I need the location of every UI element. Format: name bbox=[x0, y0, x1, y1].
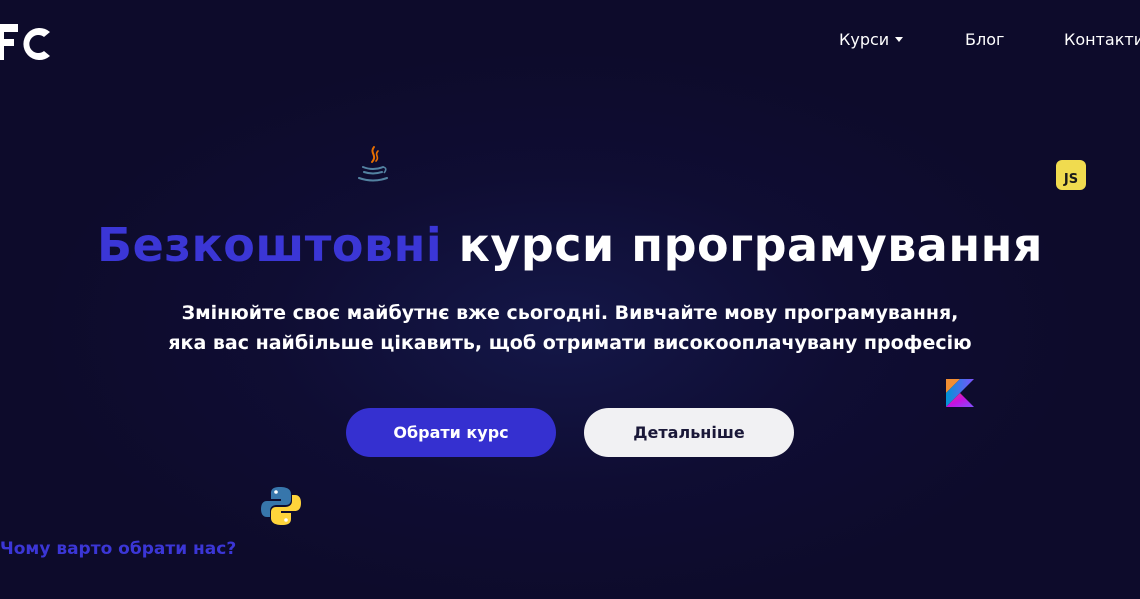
python-icon bbox=[261, 487, 301, 525]
hero-title: Безкоштовні курси програмування bbox=[0, 214, 1140, 276]
js-badge-text: JS bbox=[1063, 172, 1079, 187]
hero-subtitle: Змінюйте своє майбутнє вже сьогодні. Вив… bbox=[0, 298, 1140, 358]
nav-courses[interactable]: Курси bbox=[839, 30, 904, 52]
javascript-icon: JS bbox=[1056, 160, 1086, 190]
java-icon bbox=[358, 146, 388, 182]
kotlin-icon bbox=[946, 379, 974, 407]
nav-contacts[interactable]: Контакти bbox=[1064, 30, 1140, 52]
caret-down-icon bbox=[895, 37, 904, 42]
hero-subtitle-line-2: яка вас найбільше цікавить, щоб отримати… bbox=[168, 332, 972, 354]
details-button[interactable]: Детальніше bbox=[584, 408, 794, 457]
hero-title-accent: Безкоштовні bbox=[97, 218, 443, 272]
logo[interactable] bbox=[0, 20, 54, 68]
nav-courses-label: Курси bbox=[839, 30, 890, 49]
page: Курси Блог Контакти JS Безкоштовні курси… bbox=[0, 0, 1140, 599]
hero-subtitle-line-1: Змінюйте своє майбутнє вже сьогодні. Вив… bbox=[181, 302, 959, 324]
nav-blog[interactable]: Блог bbox=[965, 30, 1004, 52]
why-choose-us-link[interactable]: Чому варто обрати нас? bbox=[0, 539, 236, 559]
hero-title-rest: курси програмування bbox=[458, 218, 1043, 272]
choose-course-button[interactable]: Обрати курс bbox=[346, 408, 556, 457]
